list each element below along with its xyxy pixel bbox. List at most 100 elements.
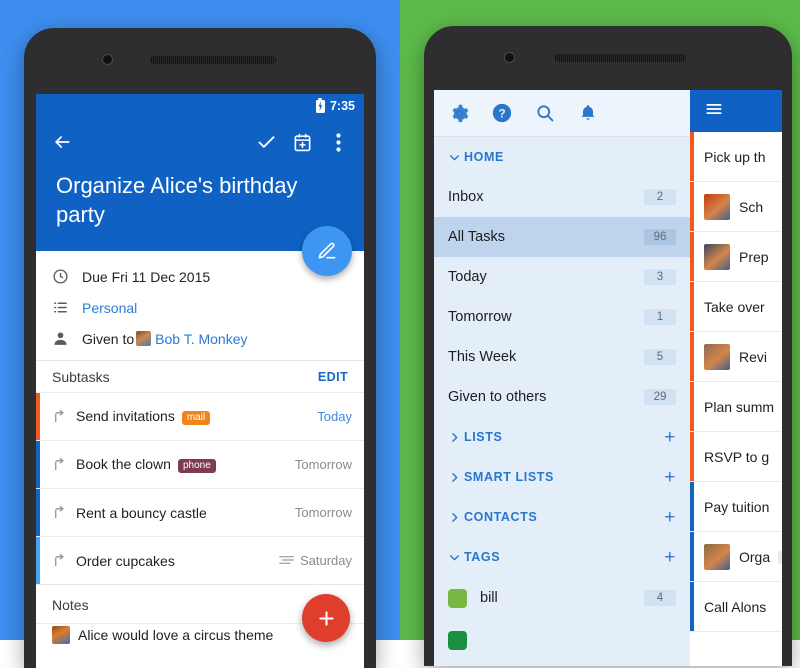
- drawer-tag-item[interactable]: [434, 619, 690, 661]
- subtask-tag-chip[interactable]: phone: [177, 459, 216, 474]
- drawer-group-contacts[interactable]: CONTACTS +: [434, 497, 690, 537]
- more-vertical-icon[interactable]: [320, 124, 356, 160]
- bob-avatar: [136, 331, 152, 347]
- settings-icon[interactable]: [440, 94, 478, 132]
- task-list-row[interactable]: Sch: [690, 182, 782, 232]
- drawer-group-label: LISTS: [464, 430, 503, 444]
- add-item-icon[interactable]: +: [664, 548, 676, 567]
- search-icon[interactable]: [526, 94, 564, 132]
- task-list-panel: Pick up th Sch Prep Take over Revi Plan summ R…: [690, 90, 782, 666]
- drawer-item-given-to-others[interactable]: Given to others 29: [434, 377, 690, 417]
- task-list-row-title: Orga4: [739, 549, 782, 565]
- priority-bar: [36, 537, 40, 585]
- task-list-row-title: Revi: [739, 348, 768, 365]
- subtask-tag-chip[interactable]: mail: [181, 411, 211, 426]
- drawer-item-count: 2: [644, 189, 676, 205]
- drawer-group-smart-lists[interactable]: SMART LISTS +: [434, 457, 690, 497]
- drawer-group-label: HOME: [464, 150, 504, 164]
- priority-bar: [690, 132, 694, 181]
- task-list-row[interactable]: RSVP to g: [690, 432, 782, 482]
- drawer-group-tags[interactable]: TAGS +: [434, 537, 690, 577]
- woman-avatar: [704, 343, 730, 370]
- task-assignee-prefix: Given to: [82, 330, 135, 347]
- task-list-app-bar: [690, 90, 782, 132]
- drawer-group-lists[interactable]: LISTS +: [434, 417, 690, 457]
- task-list-row-title: Prep: [739, 248, 769, 265]
- subtask-promote-icon[interactable]: [52, 505, 76, 520]
- add-item-icon[interactable]: +: [664, 468, 676, 487]
- task-list-value[interactable]: Personal: [82, 300, 137, 316]
- pencil-icon: [318, 242, 336, 259]
- help-icon[interactable]: ?: [483, 94, 521, 132]
- task-list-row[interactable]: Personal: [36, 292, 364, 323]
- task-assignee-row[interactable]: Given to Bob T. Monkey: [36, 323, 364, 354]
- subtask-row[interactable]: Send invitations mail Today: [36, 392, 364, 441]
- priority-bar: [690, 382, 694, 431]
- monkey-avatar: [704, 543, 730, 570]
- chevron-down-icon: [448, 151, 464, 164]
- chevron-down-icon: [448, 551, 464, 564]
- subtask-row[interactable]: Order cupcakes Saturday: [36, 536, 364, 585]
- drawer-group-home[interactable]: HOME: [434, 137, 690, 177]
- drawer-group-label: SMART LISTS: [464, 470, 554, 484]
- add-item-icon[interactable]: +: [664, 508, 676, 527]
- fire-avatar: [704, 193, 730, 220]
- drawer-item-inbox[interactable]: Inbox 2: [434, 177, 690, 217]
- add-item-icon[interactable]: +: [664, 428, 676, 447]
- drawer-item-today[interactable]: Today 3: [434, 257, 690, 297]
- drawer-item-all-tasks[interactable]: All Tasks 96: [434, 217, 690, 257]
- subtask-due: Tomorrow: [294, 457, 352, 473]
- task-list-row[interactable]: Take over: [690, 282, 782, 332]
- notifications-icon[interactable]: [569, 94, 607, 132]
- task-list-row-title: Call Alons: [704, 598, 767, 615]
- drawer-item-tomorrow[interactable]: Tomorrow 1: [434, 297, 690, 337]
- edit-task-fab[interactable]: [302, 226, 352, 277]
- task-list-row[interactable]: Call Alons: [690, 582, 782, 632]
- task-list-row[interactable]: Prep: [690, 232, 782, 282]
- task-list-row[interactable]: Orga4: [690, 532, 782, 582]
- check-icon[interactable]: [248, 124, 284, 160]
- task-list-row-title: RSVP to g: [704, 448, 770, 465]
- navigation-drawer: ? HOME Inbox 2 All Tasks 96 Today 3 Tomorrow 1 Th…: [434, 90, 690, 666]
- task-list-row[interactable]: Pay tuition: [690, 482, 782, 532]
- calendar-add-icon[interactable]: [284, 124, 320, 160]
- task-assignee-value[interactable]: Bob T. Monkey: [155, 331, 247, 347]
- arrow-back-icon[interactable]: [44, 124, 80, 160]
- tag-color-swatch: [448, 630, 467, 650]
- hamburger-icon[interactable]: [704, 99, 724, 124]
- drawer-body: HOME Inbox 2 All Tasks 96 Today 3 Tomorrow 1 This…: [434, 137, 690, 661]
- page-title: Organize Alice's birthday party: [56, 173, 298, 227]
- subtask-name: Send invitations mail: [76, 408, 211, 426]
- subtask-promote-icon[interactable]: [52, 553, 76, 568]
- plus-icon: [318, 610, 334, 626]
- priority-bar: [690, 182, 694, 231]
- left-phone-screen: 7:35 Organize Alice's birthday party Due…: [36, 94, 364, 668]
- subtasks-header: Subtasks EDIT: [36, 360, 364, 392]
- subtask-promote-icon[interactable]: [52, 409, 76, 424]
- subtasks-edit-button[interactable]: EDIT: [318, 370, 348, 384]
- add-subtask-fab[interactable]: [302, 594, 350, 642]
- alice-avatar: [52, 626, 70, 645]
- task-due-value: Due Fri 11 Dec 2015: [82, 268, 211, 285]
- battery-charging-icon: [315, 97, 325, 113]
- drawer-item-label: Inbox: [448, 189, 484, 205]
- priority-bar: [690, 432, 694, 481]
- task-list-row[interactable]: Revi: [690, 332, 782, 382]
- front-camera-icon: [102, 54, 113, 65]
- subtask-promote-icon[interactable]: [52, 457, 76, 472]
- subtask-row[interactable]: Book the clown phone Tomorrow: [36, 440, 364, 489]
- earpiece-speaker: [150, 56, 276, 64]
- task-list-row[interactable]: Plan summ: [690, 382, 782, 432]
- drawer-toolbar: ?: [434, 90, 690, 137]
- task-list-row-title: Pay tuition: [704, 498, 770, 515]
- task-list-row-title: Pick up th: [704, 148, 766, 165]
- task-list-row[interactable]: Pick up th: [690, 132, 782, 182]
- subtask-row[interactable]: Rent a bouncy castle Tomorrow: [36, 488, 364, 537]
- front-camera-icon: [504, 52, 515, 63]
- drawer-tag-item[interactable]: bill 4: [434, 577, 690, 619]
- man-avatar: [704, 243, 730, 270]
- subtask-due: Today: [317, 409, 352, 425]
- drawer-group-label: TAGS: [464, 550, 501, 564]
- drawer-item-this-week[interactable]: This Week 5: [434, 337, 690, 377]
- person-icon: [52, 330, 82, 347]
